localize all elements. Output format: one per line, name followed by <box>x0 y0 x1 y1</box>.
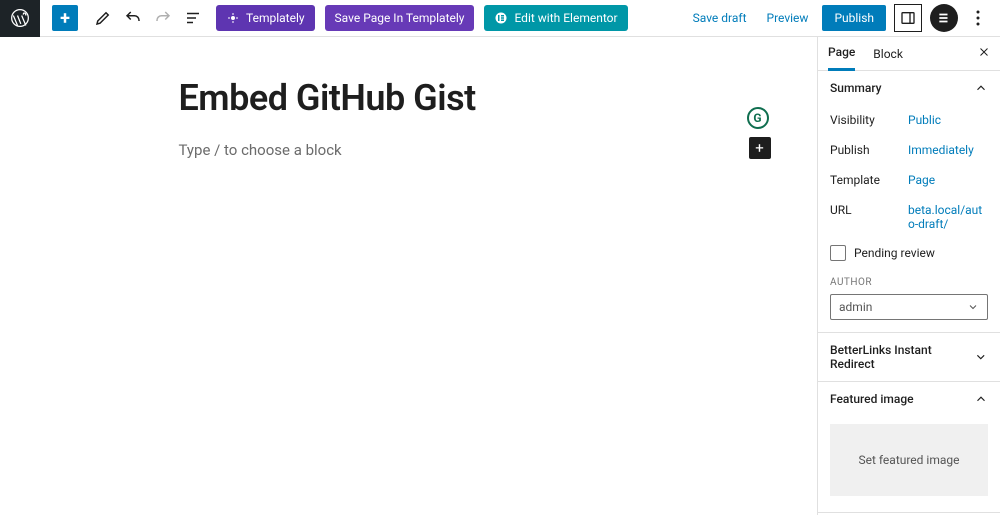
undo-button[interactable] <box>120 5 146 31</box>
url-value[interactable]: beta.local/auto-draft/ <box>908 203 988 231</box>
publish-value[interactable]: Immediately <box>908 143 988 157</box>
panel-featured-image-body: Set featured image <box>818 424 1000 512</box>
settings-sidebar: Page Block Summary Visibility Public Pub… <box>817 37 1000 515</box>
page-title-input[interactable]: Embed GitHub Gist <box>179 77 639 119</box>
kebab-icon <box>976 10 980 26</box>
row-publish: Publish Immediately <box>830 135 988 165</box>
row-url: URL beta.local/auto-draft/ <box>830 195 988 239</box>
templately-button[interactable]: Templately <box>216 5 315 31</box>
editor-canvas[interactable]: Embed GitHub Gist Type / to choose a blo… <box>0 37 817 515</box>
eb-icon <box>937 11 951 25</box>
chevron-down-icon <box>974 350 988 364</box>
save-draft-button[interactable]: Save draft <box>687 5 753 31</box>
elementor-icon <box>494 11 508 25</box>
toolbar-left: + Templately Save Page In Templately Edi… <box>40 5 628 31</box>
panel-summary-body: Visibility Public Publish Immediately Te… <box>818 105 1000 332</box>
block-placeholder[interactable]: Type / to choose a block <box>179 141 639 159</box>
close-icon <box>978 46 990 58</box>
row-visibility: Visibility Public <box>830 105 988 135</box>
visibility-label: Visibility <box>830 113 908 127</box>
template-label: Template <box>830 173 908 187</box>
panel-betterlinks-header[interactable]: BetterLinks Instant Redirect <box>818 333 1000 381</box>
sidebar-tabs: Page Block <box>818 37 1000 71</box>
panel-betterlinks-title: BetterLinks Instant Redirect <box>830 343 974 371</box>
templately-label: Templately <box>246 11 305 25</box>
url-label: URL <box>830 203 908 231</box>
toolbar-right: Save draft Preview Publish <box>687 4 1000 32</box>
pending-review-row: Pending review <box>830 239 988 265</box>
settings-toggle-button[interactable] <box>894 4 922 32</box>
publish-button[interactable]: Publish <box>822 5 886 31</box>
preview-button[interactable]: Preview <box>761 5 815 31</box>
pencil-icon <box>94 9 112 27</box>
close-sidebar-button[interactable] <box>978 46 990 62</box>
panel-featured-image: Featured image Set featured image <box>818 382 1000 513</box>
panel-summary-header[interactable]: Summary <box>818 71 1000 105</box>
panel-featured-image-title: Featured image <box>830 392 914 406</box>
author-heading: AUTHOR <box>830 277 988 288</box>
chevron-up-icon <box>974 392 988 406</box>
top-toolbar: + Templately Save Page In Templately Edi… <box>0 0 1000 37</box>
more-options-button[interactable] <box>966 4 990 32</box>
pending-review-label: Pending review <box>854 246 935 260</box>
list-icon <box>184 9 202 27</box>
sidebar-icon <box>900 10 916 26</box>
elementor-label: Edit with Elementor <box>514 11 617 25</box>
edit-mode-button[interactable] <box>90 5 116 31</box>
pending-review-checkbox[interactable] <box>830 245 846 261</box>
template-value[interactable]: Page <box>908 173 988 187</box>
document-overview-button[interactable] <box>180 5 206 31</box>
chevron-down-icon <box>967 301 979 313</box>
editor-column: Embed GitHub Gist Type / to choose a blo… <box>179 77 639 515</box>
wordpress-logo[interactable] <box>0 0 40 37</box>
elementor-button[interactable]: Edit with Elementor <box>484 5 627 31</box>
inline-add-block-button[interactable]: + <box>749 137 771 159</box>
plugin-panel-button[interactable] <box>930 4 958 32</box>
redo-icon <box>154 9 172 27</box>
tab-page[interactable]: Page <box>828 45 855 71</box>
undo-icon <box>124 9 142 27</box>
templately-icon <box>226 11 240 25</box>
save-templately-label: Save Page In Templately <box>335 11 465 25</box>
panel-summary-title: Summary <box>830 81 882 95</box>
author-select-value: admin <box>839 300 872 314</box>
author-select[interactable]: admin <box>830 294 988 320</box>
redo-button[interactable] <box>150 5 176 31</box>
set-featured-image-button[interactable]: Set featured image <box>830 424 988 496</box>
grammarly-button[interactable]: G <box>747 107 769 129</box>
panel-betterlinks: BetterLinks Instant Redirect <box>818 333 1000 382</box>
main-area: Embed GitHub Gist Type / to choose a blo… <box>0 37 1000 515</box>
panel-featured-image-header[interactable]: Featured image <box>818 382 1000 416</box>
wordpress-icon <box>10 8 30 28</box>
visibility-value[interactable]: Public <box>908 113 988 127</box>
chevron-up-icon <box>974 81 988 95</box>
panel-summary: Summary Visibility Public Publish Immedi… <box>818 71 1000 333</box>
publish-label: Publish <box>830 143 908 157</box>
save-templately-button[interactable]: Save Page In Templately <box>325 5 475 31</box>
tab-block[interactable]: Block <box>873 47 903 70</box>
row-template: Template Page <box>830 165 988 195</box>
add-block-toolbar-button[interactable]: + <box>52 5 78 31</box>
